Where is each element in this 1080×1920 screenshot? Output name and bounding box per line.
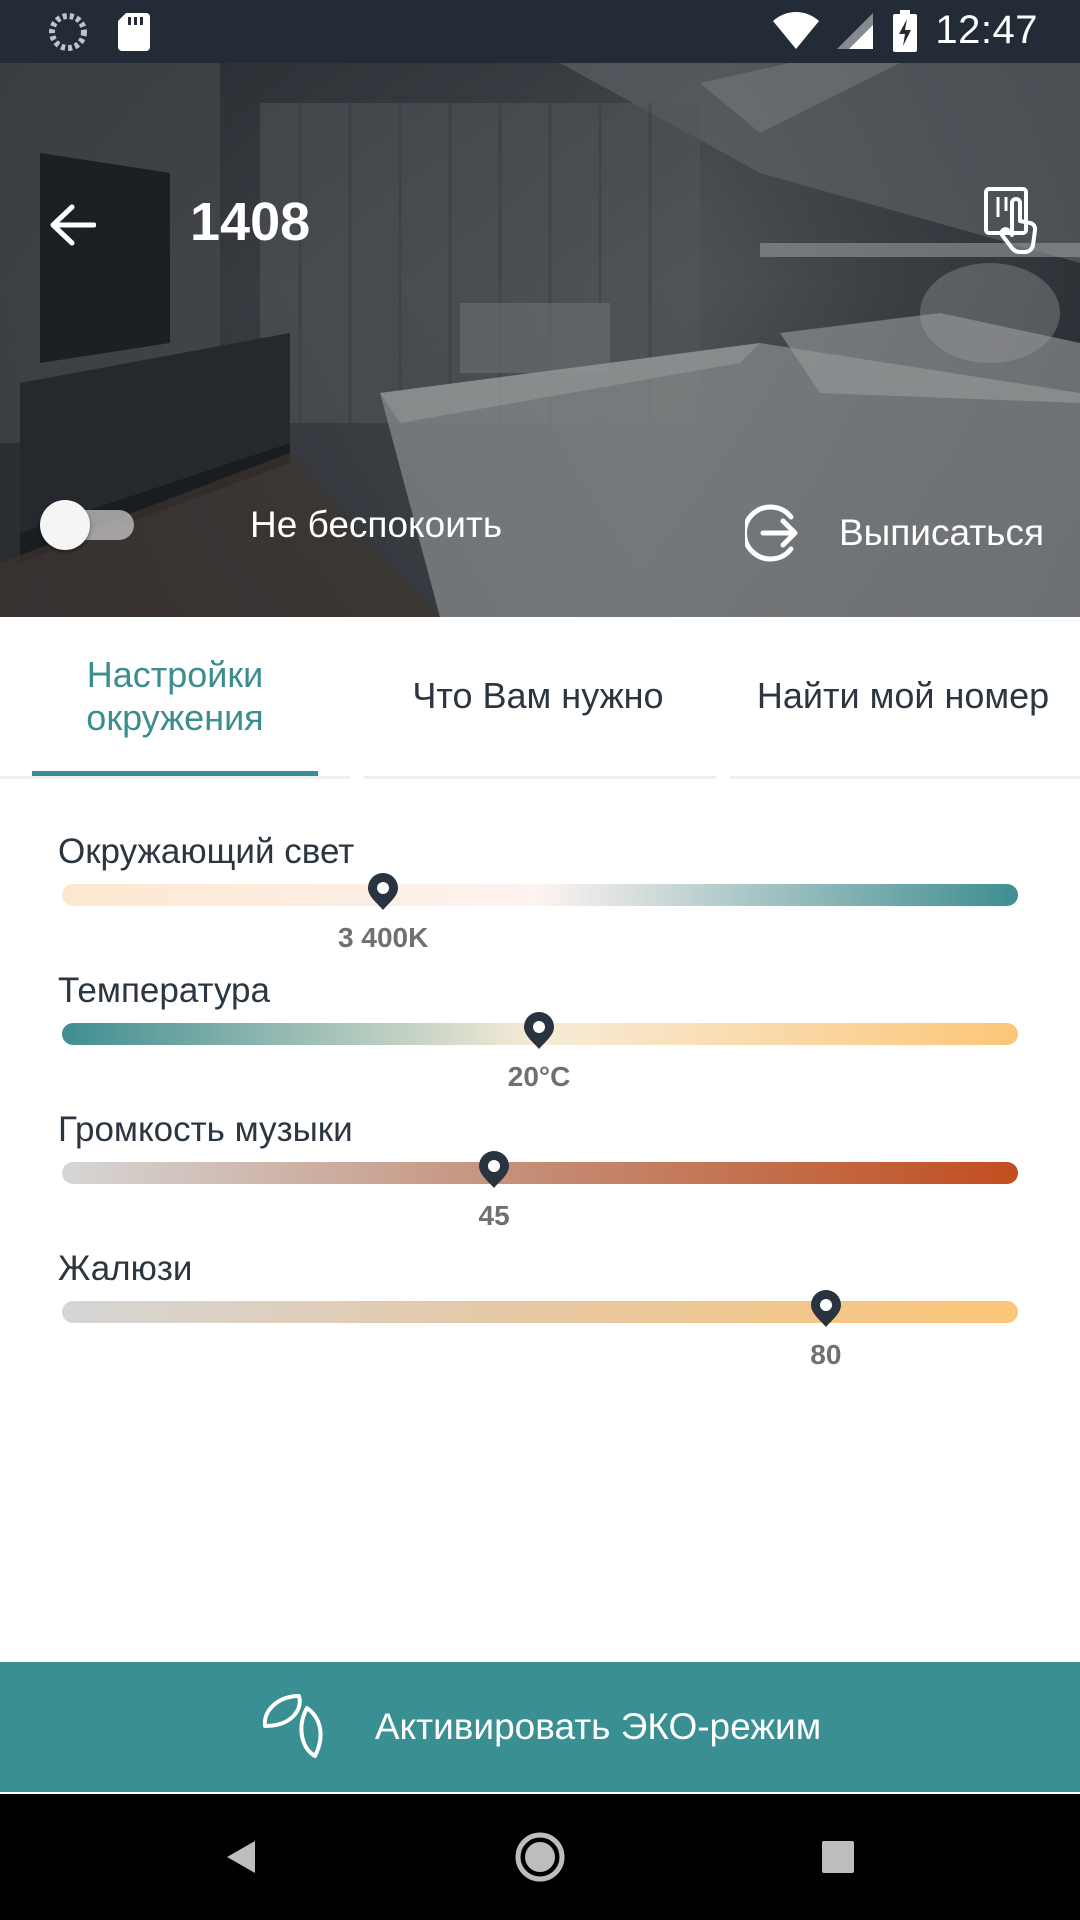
touch-card-button[interactable] [976, 183, 1052, 259]
slider-value: 20°C [507, 1061, 571, 1092]
cell-signal-icon [837, 11, 875, 51]
room-hero: 1408 Не беспокоить Выписаться [0, 63, 1080, 617]
slider-value: 3 400K [338, 922, 429, 953]
slider-thumb[interactable] [477, 1150, 511, 1190]
system-nav-bar [0, 1794, 1080, 1920]
nav-recents-icon [822, 1841, 854, 1873]
do-not-disturb[interactable]: Не беспокоить [40, 500, 503, 550]
slider-label: Громкость музыки [58, 1110, 353, 1149]
ambient-light-setting: Окружающий свет 3 400K [0, 832, 1080, 972]
room-number: 1408 [190, 192, 311, 252]
nav-back-button[interactable] [208, 1824, 274, 1890]
slider-thumb[interactable] [366, 872, 400, 912]
checkout-label: Выписаться [839, 512, 1044, 553]
checkout-icon [745, 504, 798, 562]
eco-mode-label: Активировать ЭКО-режим [374, 1706, 822, 1747]
nav-recents-button[interactable] [805, 1824, 871, 1890]
music-volume-setting: Громкость музыки 45 [0, 1110, 1080, 1250]
tab-bar: Настройки окружения Что Вам нужно Найти … [0, 617, 1080, 779]
checkout-button[interactable]: Выписаться [745, 503, 1044, 563]
slider-thumb[interactable] [809, 1289, 843, 1329]
blinds-slider[interactable] [62, 1301, 1018, 1323]
nav-back-icon [227, 1841, 255, 1873]
slider-label: Жалюзи [58, 1249, 193, 1288]
music-volume-slider[interactable] [62, 1162, 1018, 1184]
slider-label: Окружающий свет [58, 832, 355, 871]
nav-home-icon [515, 1832, 565, 1882]
leaf-icon [262, 1694, 323, 1758]
slider-label: Температура [58, 971, 270, 1010]
temperature-setting: Температура 20°C [0, 971, 1080, 1111]
dnd-label: Не беспокоить [250, 504, 503, 545]
touch-card-icon [984, 187, 1038, 255]
tab-find-my-room[interactable]: Найти мой номер [726, 617, 1080, 775]
tab-what-you-need[interactable]: Что Вам нужно [358, 617, 718, 775]
back-button[interactable] [40, 193, 104, 257]
dnd-toggle[interactable] [40, 500, 134, 550]
battery-charging-icon [893, 9, 918, 52]
eco-mode-button[interactable]: Активировать ЭКО-режим [0, 1662, 1080, 1792]
status-time: 12:47 [935, 8, 1038, 52]
tab-environment-settings[interactable]: Настройки окружения [0, 617, 350, 775]
sync-icon [48, 12, 88, 52]
sd-card-icon [118, 13, 150, 51]
arrow-left-icon [50, 204, 96, 246]
ambient-light-slider[interactable] [62, 884, 1018, 906]
nav-home-button[interactable] [507, 1824, 573, 1890]
status-bar: 12:47 [0, 0, 1080, 63]
blinds-setting: Жалюзи 80 [0, 1249, 1080, 1389]
slider-value: 80 [810, 1339, 842, 1370]
slider-value: 45 [478, 1200, 510, 1231]
slider-thumb[interactable] [522, 1011, 556, 1051]
wifi-icon [773, 11, 820, 51]
